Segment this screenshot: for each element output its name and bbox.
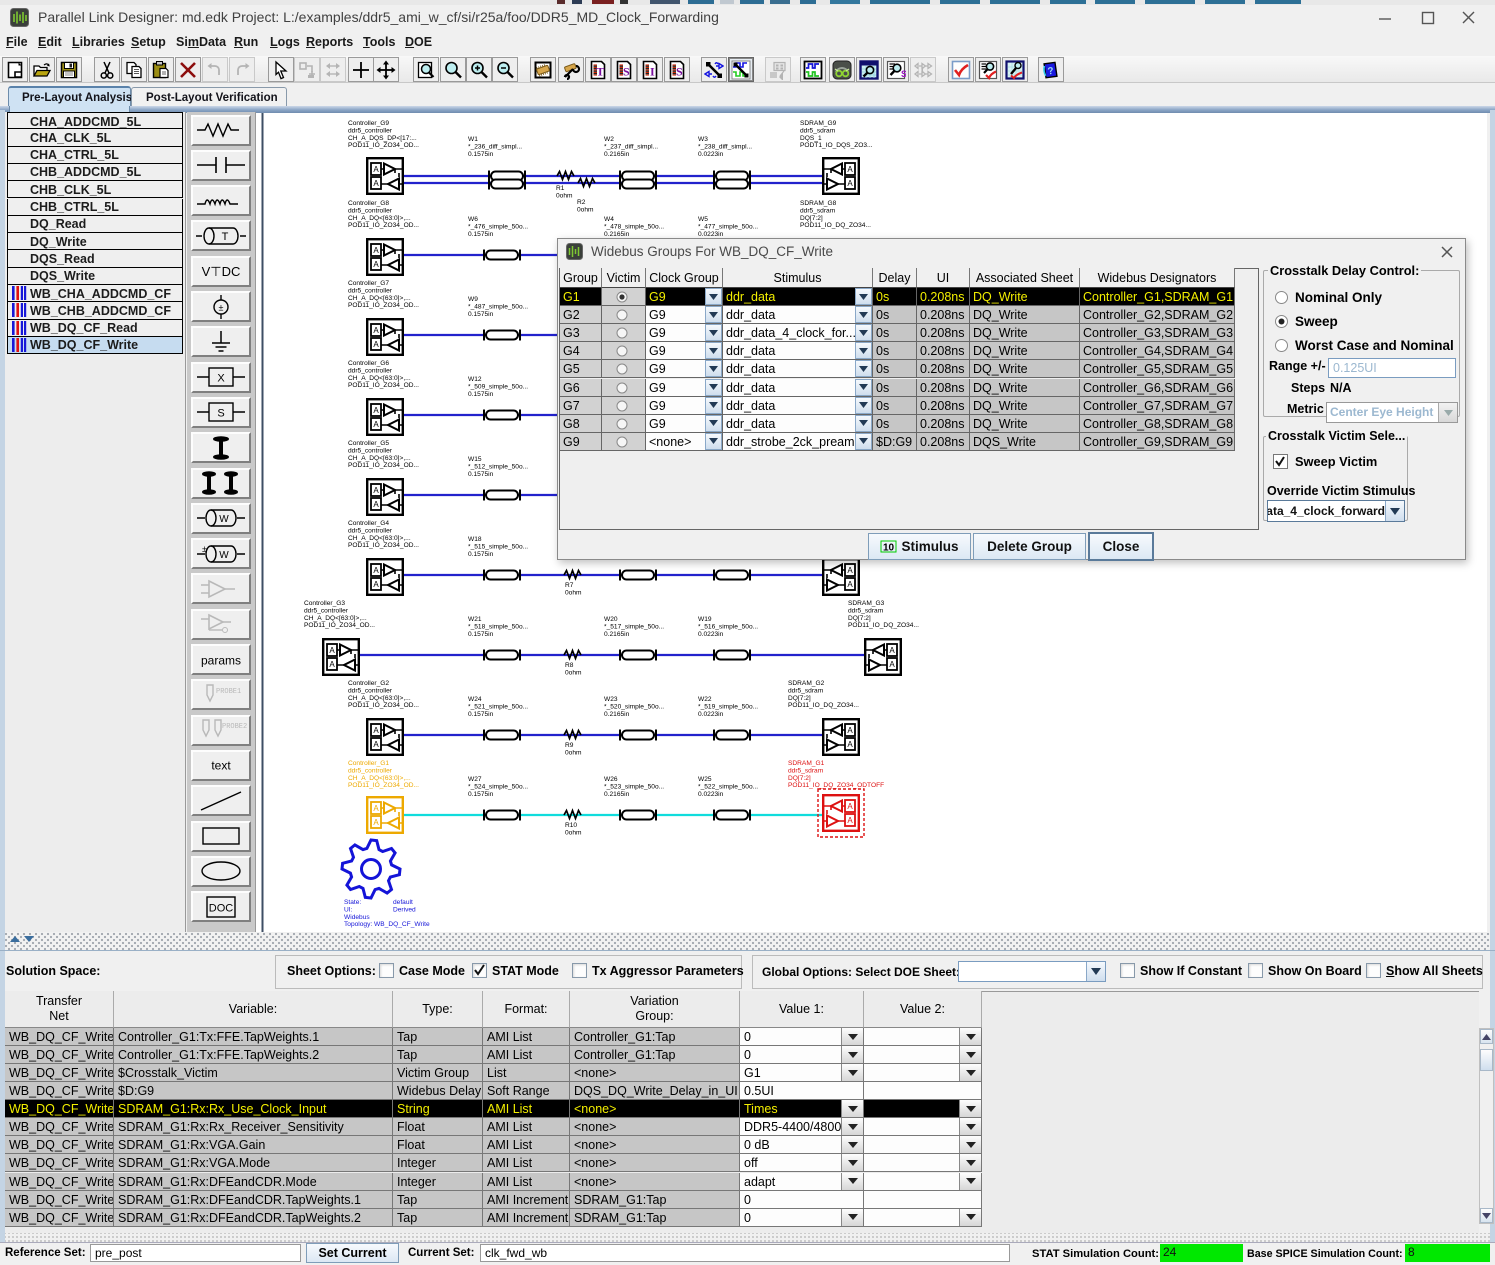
svg-text:±: ± [219,302,224,312]
svg-text:S: S [901,69,906,79]
svg-text:T: T [596,64,604,78]
svg-text:S: S [217,408,224,420]
svg-text:T: T [222,231,229,243]
svg-text:W: W [219,550,229,561]
svg-text:DOC: DOC [209,902,234,914]
svg-text:V⊤DC: V⊤DC [202,264,241,279]
svg-text:PROBE2: PROBE2 [222,723,247,731]
svg-text:I: I [650,64,655,78]
svg-text:S: S [623,64,630,78]
svg-text:params: params [201,653,241,667]
svg-text:10: 10 [883,543,895,554]
svg-text:X: X [217,373,225,385]
svg-text:PROBE1: PROBE1 [216,688,241,696]
svg-text:W: W [219,514,229,525]
svg-text:S: S [676,64,683,78]
svg-text:text: text [211,759,231,773]
svg-text:±: ± [202,544,207,554]
